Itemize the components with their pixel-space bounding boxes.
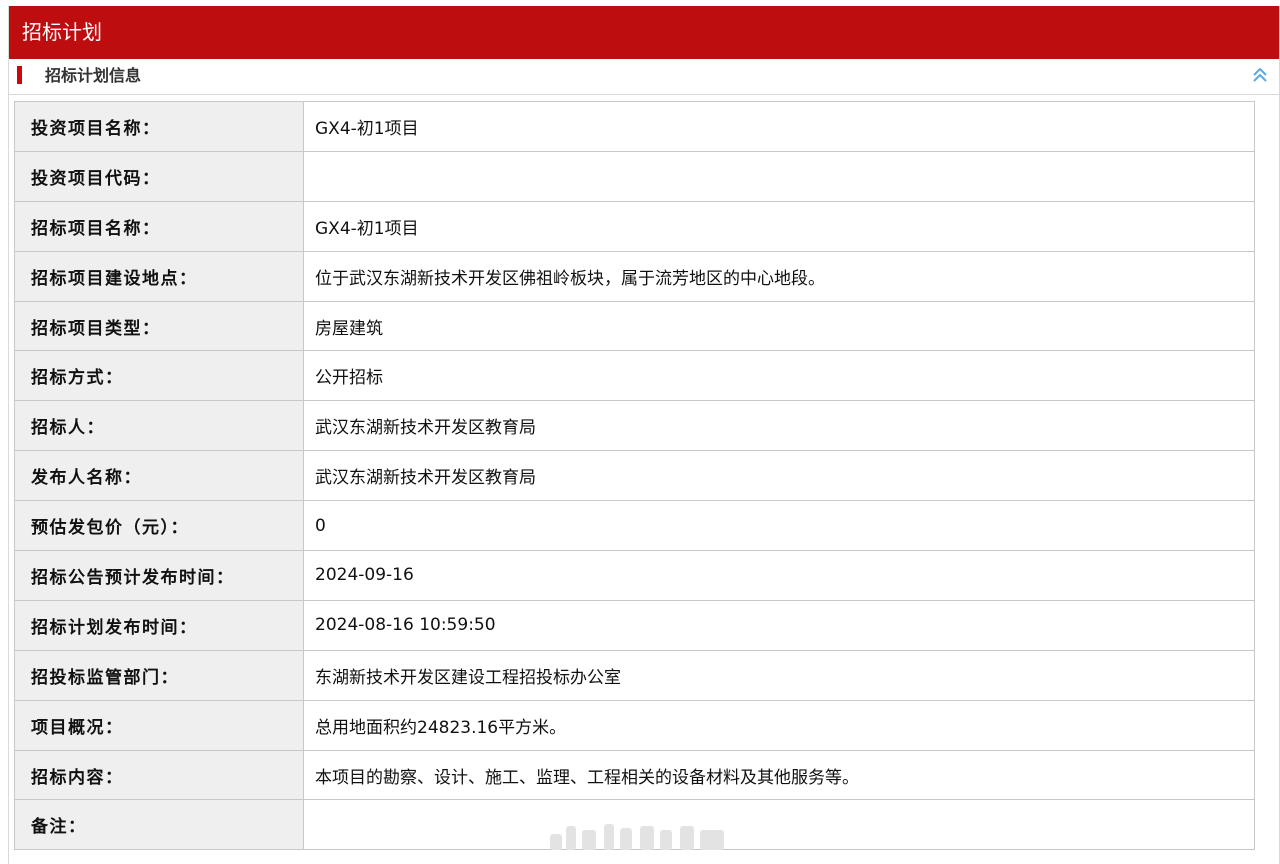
field-value: 武汉东湖新技术开发区教育局 [303, 450, 1255, 502]
field-value [303, 150, 1255, 202]
table-row: 招标项目类型： 房屋建筑 [14, 300, 1255, 352]
table-row: 预估发包价（元）： 0 [14, 500, 1255, 552]
table-row: 发布人名称： 武汉东湖新技术开发区教育局 [14, 450, 1255, 502]
field-label: 招标项目类型： [14, 300, 304, 352]
table-row: 投资项目名称： GX4-初1项目 [14, 101, 1255, 152]
field-value: GX4-初1项目 [303, 200, 1255, 252]
field-label: 投资项目名称： [14, 101, 304, 152]
field-label: 备注： [14, 799, 304, 851]
field-label: 招标项目名称： [14, 200, 304, 252]
field-label: 招标项目建设地点： [14, 250, 304, 302]
table-row: 招标计划发布时间： 2024-08-16 10:59:50 [14, 599, 1255, 651]
plan-info-table: 投资项目名称： GX4-初1项目 投资项目代码： 招标项目名称： GX4-初1项… [14, 101, 1255, 851]
field-label: 项目概况： [14, 699, 304, 751]
field-value: 公开招标 [303, 350, 1255, 402]
field-label: 招标人： [14, 400, 304, 452]
double-chevron-up-icon[interactable] [1251, 65, 1269, 85]
field-value: GX4-初1项目 [303, 101, 1255, 152]
table-row: 项目概况： 总用地面积约24823.16平方米。 [14, 699, 1255, 751]
watermark-logo [548, 820, 730, 854]
table-row: 招标公告预计发布时间： 2024-09-16 [14, 550, 1255, 601]
field-value: 房屋建筑 [303, 300, 1255, 352]
field-label: 招标方式： [14, 350, 304, 402]
field-value: 东湖新技术开发区建设工程招投标办公室 [303, 649, 1255, 701]
table-row: 招标项目名称： GX4-初1项目 [14, 200, 1255, 252]
page-title-bar: 招标计划 [9, 6, 1279, 59]
field-value [303, 799, 1255, 851]
table-row: 投资项目代码： [14, 150, 1255, 202]
table-row: 招标项目建设地点： 位于武汉东湖新技术开发区佛祖岭板块，属于流芳地区的中心地段。 [14, 250, 1255, 302]
table-row: 招投标监管部门： 东湖新技术开发区建设工程招投标办公室 [14, 649, 1255, 701]
table-row: 招标方式： 公开招标 [14, 350, 1255, 402]
field-label: 招标内容： [14, 749, 304, 801]
field-label: 发布人名称： [14, 450, 304, 502]
field-value: 武汉东湖新技术开发区教育局 [303, 400, 1255, 452]
table-row: 招标内容： 本项目的勘察、设计、施工、监理、工程相关的设备材料及其他服务等。 [14, 749, 1255, 801]
field-label: 招标计划发布时间： [14, 599, 304, 651]
field-label: 招投标监管部门： [14, 649, 304, 701]
table-row: 招标人： 武汉东湖新技术开发区教育局 [14, 400, 1255, 452]
field-value: 2024-08-16 10:59:50 [303, 599, 1255, 651]
field-value: 位于武汉东湖新技术开发区佛祖岭板块，属于流芳地区的中心地段。 [303, 250, 1255, 302]
field-value: 总用地面积约24823.16平方米。 [303, 699, 1255, 751]
section-title: 招标计划信息 [45, 66, 142, 85]
page-title: 招标计划 [22, 20, 102, 44]
section-header: 招标计划信息 [9, 59, 1279, 95]
field-value: 本项目的勘察、设计、施工、监理、工程相关的设备材料及其他服务等。 [303, 749, 1255, 801]
section-marker [17, 66, 22, 84]
field-value: 2024-09-16 [303, 550, 1255, 601]
field-label: 招标公告预计发布时间： [14, 550, 304, 601]
field-value: 0 [303, 500, 1255, 552]
field-label: 预估发包价（元）： [14, 500, 304, 552]
field-label: 投资项目代码： [14, 150, 304, 202]
